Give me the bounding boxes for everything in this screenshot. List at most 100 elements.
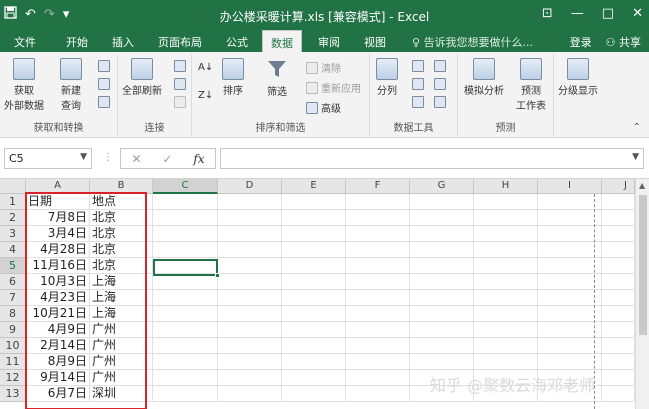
enter-icon[interactable]: ✓	[162, 152, 172, 166]
empty-cell[interactable]	[282, 210, 346, 226]
empty-cell[interactable]	[474, 226, 538, 242]
empty-cell[interactable]	[153, 274, 218, 290]
empty-cell[interactable]	[538, 226, 602, 242]
row-header[interactable]: 10	[0, 338, 26, 354]
empty-cell[interactable]	[410, 290, 474, 306]
empty-cell[interactable]	[218, 258, 282, 274]
empty-cell[interactable]	[218, 354, 282, 370]
empty-cell[interactable]	[538, 354, 602, 370]
empty-cell[interactable]	[602, 354, 635, 370]
scroll-up-icon[interactable]: ▲	[639, 181, 645, 190]
empty-cell[interactable]	[346, 322, 410, 338]
empty-cell[interactable]	[282, 386, 346, 402]
name-box[interactable]: C5 ▼	[4, 148, 92, 169]
empty-cell[interactable]	[218, 306, 282, 322]
empty-cell[interactable]	[282, 306, 346, 322]
empty-cell[interactable]	[153, 194, 218, 210]
scroll-thumb[interactable]	[639, 195, 647, 335]
consolidate-icon[interactable]	[434, 60, 446, 72]
empty-cell[interactable]	[218, 370, 282, 386]
empty-cell[interactable]	[410, 226, 474, 242]
empty-cell[interactable]	[346, 354, 410, 370]
empty-cell[interactable]	[538, 290, 602, 306]
row-header[interactable]: 2	[0, 210, 26, 226]
row-header[interactable]: 1	[0, 194, 26, 210]
remove-duplicates-icon[interactable]	[412, 78, 424, 90]
empty-cell[interactable]	[474, 194, 538, 210]
empty-cell[interactable]	[153, 242, 218, 258]
empty-cell[interactable]	[602, 306, 635, 322]
empty-cell[interactable]	[153, 226, 218, 242]
new-query-button[interactable]: 新建 查询	[60, 58, 82, 112]
empty-cell[interactable]	[474, 290, 538, 306]
empty-cell[interactable]	[153, 370, 218, 386]
manage-data-model-icon[interactable]	[434, 96, 446, 108]
empty-cell[interactable]	[410, 242, 474, 258]
close-icon[interactable]: ✕	[632, 6, 643, 21]
minimize-icon[interactable]: —	[571, 6, 584, 21]
empty-cell[interactable]	[602, 290, 635, 306]
empty-cell[interactable]	[474, 210, 538, 226]
outline-button[interactable]: 分级显示	[558, 58, 598, 97]
show-queries-icon[interactable]	[98, 60, 110, 72]
empty-cell[interactable]	[474, 322, 538, 338]
empty-cell[interactable]	[282, 258, 346, 274]
empty-cell[interactable]	[282, 370, 346, 386]
empty-cell[interactable]	[218, 290, 282, 306]
empty-cell[interactable]	[346, 258, 410, 274]
empty-cell[interactable]	[538, 306, 602, 322]
empty-cell[interactable]	[153, 322, 218, 338]
empty-cell[interactable]	[410, 322, 474, 338]
column-header-h[interactable]: H	[474, 179, 538, 194]
empty-cell[interactable]	[602, 370, 635, 386]
empty-cell[interactable]	[218, 226, 282, 242]
tab-review[interactable]: 审阅	[318, 34, 340, 50]
from-table-icon[interactable]	[98, 78, 110, 90]
empty-cell[interactable]	[153, 210, 218, 226]
filter-button[interactable]: 筛选	[266, 58, 288, 98]
edit-links-icon[interactable]	[174, 96, 186, 108]
empty-cell[interactable]	[410, 194, 474, 210]
column-header-j[interactable]: J	[602, 179, 635, 194]
sort-az-button[interactable]: A↓	[198, 62, 213, 73]
empty-cell[interactable]	[602, 386, 635, 402]
tab-home[interactable]: 开始	[66, 34, 88, 50]
empty-cell[interactable]	[538, 194, 602, 210]
fill-handle[interactable]	[215, 273, 220, 278]
empty-cell[interactable]	[282, 322, 346, 338]
relationships-icon[interactable]	[434, 78, 446, 90]
empty-cell[interactable]	[410, 338, 474, 354]
share-button[interactable]: ⚇ 共享	[606, 34, 641, 50]
empty-cell[interactable]	[410, 354, 474, 370]
empty-cell[interactable]	[346, 338, 410, 354]
column-header-i[interactable]: I	[538, 179, 602, 194]
ribbon-display-icon[interactable]: ⊡	[542, 6, 553, 21]
row-header[interactable]: 7	[0, 290, 26, 306]
empty-cell[interactable]	[153, 290, 218, 306]
login-link[interactable]: 登录	[570, 34, 592, 50]
column-header-c[interactable]: C	[153, 179, 218, 194]
tab-page-layout[interactable]: 页面布局	[158, 34, 202, 50]
cancel-icon[interactable]: ✕	[131, 152, 141, 166]
formula-bar-grip-icon[interactable]: ⋮	[103, 152, 113, 163]
row-header[interactable]: 12	[0, 370, 26, 386]
advanced-button[interactable]: 高级	[306, 100, 341, 115]
formula-input[interactable]: ▼	[220, 148, 644, 169]
reapply-button[interactable]: 重新应用	[306, 80, 361, 95]
row-header[interactable]: 6	[0, 274, 26, 290]
empty-cell[interactable]	[346, 242, 410, 258]
empty-cell[interactable]	[346, 226, 410, 242]
empty-cell[interactable]	[410, 210, 474, 226]
empty-cell[interactable]	[538, 242, 602, 258]
empty-cell[interactable]	[153, 386, 218, 402]
tab-file[interactable]: 文件	[14, 34, 36, 50]
empty-cell[interactable]	[474, 242, 538, 258]
tab-formulas[interactable]: 公式	[226, 34, 248, 50]
refresh-all-button[interactable]: 全部刷新	[122, 58, 162, 97]
column-header-d[interactable]: D	[218, 179, 282, 194]
get-external-data-button[interactable]: 获取 外部数据	[4, 58, 44, 112]
whatif-button[interactable]: 模拟分析	[464, 58, 504, 97]
empty-cell[interactable]	[602, 226, 635, 242]
tab-data[interactable]: 数据	[262, 30, 302, 52]
empty-cell[interactable]	[218, 242, 282, 258]
